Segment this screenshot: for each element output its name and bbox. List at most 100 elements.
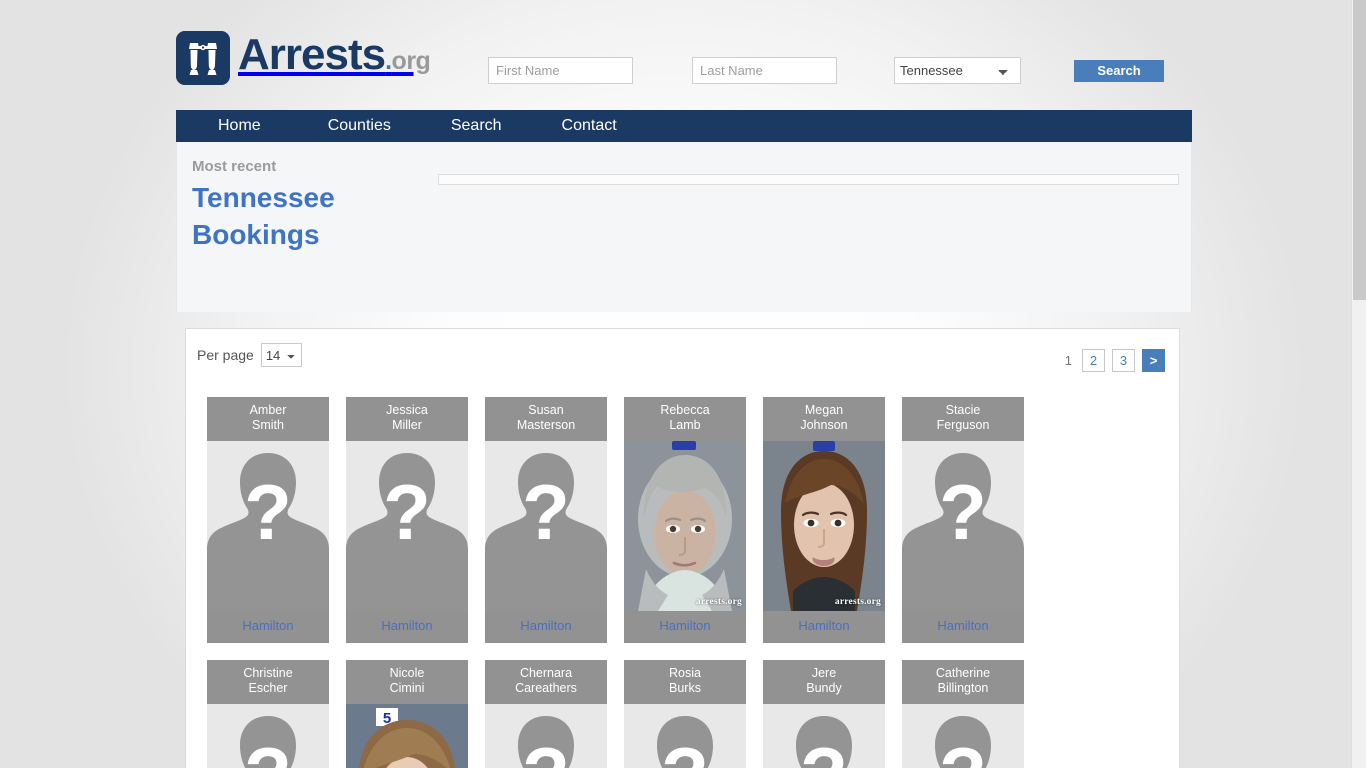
header-search-form: Tennessee Search: [488, 57, 1164, 84]
hero-kicker: Most recent: [192, 158, 277, 175]
booking-card[interactable]: NicoleCimini 5 arrests.orgHamilton: [346, 660, 468, 768]
booking-card-name: Jessica Miller: [346, 397, 468, 441]
page-heading-block: Most recent Tennessee Bookings: [192, 158, 392, 253]
booking-first-name: Catherine: [935, 666, 991, 680]
booking-mugshot: 5 arrests.org: [346, 704, 468, 768]
page-scrollbar[interactable]: [1351, 0, 1366, 768]
booking-first-name: Stacie: [945, 403, 981, 417]
booking-first-name: Christine: [243, 666, 293, 680]
booking-card-name: Rebecca Lamb: [624, 397, 746, 441]
pagination-next-button[interactable]: >: [1142, 349, 1165, 372]
booking-photo-placeholder-icon: ?: [624, 704, 746, 768]
booking-mugshot: arrests.org: [763, 441, 885, 611]
last-name-input[interactable]: [692, 57, 837, 84]
per-page-select[interactable]: 14: [260, 343, 302, 367]
booking-county-link[interactable]: Hamilton: [902, 611, 1024, 643]
booking-first-name: Megan: [804, 403, 844, 417]
search-button[interactable]: Search: [1074, 59, 1164, 82]
booking-first-name: Rosia: [669, 666, 701, 680]
svg-text:?: ?: [939, 731, 987, 768]
mugshot-image: [763, 441, 885, 611]
booking-last-name: Masterson: [516, 418, 576, 432]
booking-mugshot: arrests.org: [624, 441, 746, 611]
booking-photo-placeholder-icon: ?: [485, 704, 607, 768]
booking-last-name: Johnson: [800, 418, 848, 432]
main-navigation: Home Counties Search Contact: [176, 110, 1192, 142]
first-name-input[interactable]: [488, 57, 633, 84]
nav-item-search[interactable]: Search: [431, 110, 522, 142]
booking-card-name: Nicole Cimini: [346, 660, 468, 704]
booking-first-name: Jessica: [386, 403, 428, 417]
nav-item-contact[interactable]: Contact: [542, 110, 637, 142]
mugshot-watermark: arrests.org: [695, 597, 742, 607]
pagination-page-3[interactable]: 3: [1112, 349, 1135, 372]
booking-last-name: Ferguson: [936, 418, 990, 432]
brand-name: Arrests.org: [238, 30, 431, 79]
page-title: Tennessee Bookings: [192, 182, 335, 250]
booking-county-link[interactable]: Hamilton: [624, 611, 746, 643]
booking-card-name: Chernara Careathers: [485, 660, 607, 704]
hero-band: Most recent Tennessee Bookings: [176, 142, 1192, 312]
ad-slot: [438, 174, 1179, 185]
booking-photo-placeholder-icon: ?: [902, 704, 1024, 768]
results-panel: Per page 14 1 2 3 > Amber Smith ? Hamilto…: [185, 328, 1180, 768]
booking-card-name: Jere Bundy: [763, 660, 885, 704]
nav-item-home[interactable]: Home: [198, 110, 281, 142]
booking-card[interactable]: Jessica Miller ? Hamilton: [346, 397, 468, 643]
booking-card[interactable]: Rebecca Lamb arrests.org Hamilton: [624, 397, 746, 643]
booking-county-link[interactable]: Hamilton: [763, 611, 885, 643]
booking-county-link[interactable]: Hamilton: [207, 611, 329, 643]
pagination: 1 2 3 >: [1062, 349, 1165, 372]
booking-photo-placeholder-icon: ?: [902, 441, 1024, 611]
bookings-grid: Amber Smith ? Hamilton Jessica Miller ? Ham…: [207, 397, 1162, 768]
pagination-current-page: 1: [1064, 353, 1072, 368]
per-page-control: Per page 14: [197, 343, 302, 367]
page-scrollbar-thumb[interactable]: [1353, 0, 1366, 300]
booking-card-name: Stacie Ferguson: [902, 397, 1024, 441]
booking-card-name: Rosia Burks: [624, 660, 746, 704]
booking-card-name: Christine Escher: [207, 660, 329, 704]
booking-first-name: Rebecca: [660, 403, 710, 417]
booking-county-link[interactable]: Hamilton: [485, 611, 607, 643]
booking-first-name: Amber: [249, 403, 287, 417]
booking-card[interactable]: ChristineEscher ? Hamilton: [207, 660, 329, 768]
booking-last-name: Billington: [937, 681, 989, 695]
svg-text:?: ?: [383, 468, 431, 556]
svg-text:?: ?: [244, 468, 292, 556]
mugshot-image: 5: [346, 704, 468, 768]
nav-item-counties[interactable]: Counties: [308, 110, 411, 142]
mugshot-watermark: arrests.org: [834, 597, 881, 607]
booking-first-name: Nicole: [389, 666, 425, 680]
booking-last-name: Cimini: [389, 681, 425, 695]
svg-text:?: ?: [661, 731, 709, 768]
booking-last-name: Bundy: [806, 681, 842, 695]
booking-card[interactable]: Amber Smith ? Hamilton: [207, 397, 329, 643]
booking-last-name: Miller: [392, 418, 422, 432]
booking-photo-placeholder-icon: ?: [485, 441, 607, 611]
booking-card-name: Megan Johnson: [763, 397, 885, 441]
booking-last-name: Escher: [248, 681, 288, 695]
site-header: Arrests.org Tennessee Search: [176, 0, 1192, 110]
page: Arrests.org Tennessee Search Home Counti…: [0, 0, 1366, 768]
mugshot-image: [624, 441, 746, 611]
booking-card-name: Susan Masterson: [485, 397, 607, 441]
booking-card[interactable]: Susan Masterson ? Hamilton: [485, 397, 607, 643]
booking-card-name: Amber Smith: [207, 397, 329, 441]
booking-last-name: Lamb: [669, 418, 701, 432]
pagination-page-2[interactable]: 2: [1082, 349, 1105, 372]
booking-card[interactable]: Megan Johnson arrests.org Hamilton: [763, 397, 885, 643]
booking-card[interactable]: CatherineBillington ? Hamilton: [902, 660, 1024, 768]
site-logo-link[interactable]: Arrests.org: [176, 30, 431, 86]
booking-first-name: Jere: [811, 666, 837, 680]
booking-photo-placeholder-icon: ?: [207, 441, 329, 611]
booking-card[interactable]: ChernaraCareathers ? Hamilton: [485, 660, 607, 768]
booking-photo-placeholder-icon: ?: [207, 704, 329, 768]
booking-first-name: Chernara: [519, 666, 573, 680]
booking-card[interactable]: RosiaBurks ? Hamilton: [624, 660, 746, 768]
booking-county-link[interactable]: Hamilton: [346, 611, 468, 643]
booking-card[interactable]: JereBundy ? Hamilton: [763, 660, 885, 768]
state-select[interactable]: Tennessee: [894, 57, 1021, 84]
booking-photo-placeholder-icon: ?: [763, 704, 885, 768]
booking-card[interactable]: Stacie Ferguson ? Hamilton: [902, 397, 1024, 643]
svg-text:?: ?: [244, 731, 292, 768]
